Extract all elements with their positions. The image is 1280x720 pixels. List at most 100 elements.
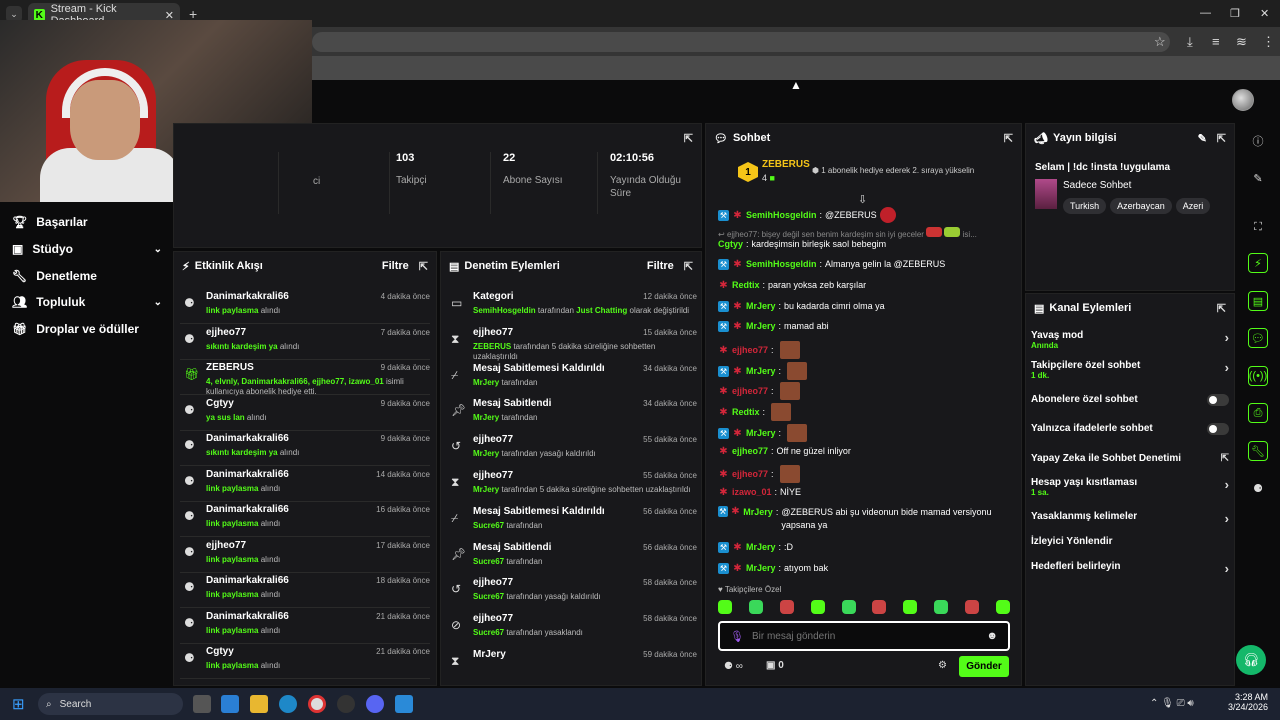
chat-username[interactable]: ejjheo77 [732, 385, 768, 398]
moderation-row[interactable]: ⌿ Mesaj Sabitlemesi Kaldırıldı 34 dakika ö… [447, 360, 697, 396]
channel-action-row[interactable]: İzleyici Yönlendir [1031, 536, 1229, 547]
send-button[interactable]: Gönder [959, 656, 1009, 677]
system-tray-icons[interactable]: ⌃ 🎙︎ ⎚ 🔊︎ [1150, 698, 1194, 709]
chat-input-field[interactable] [751, 630, 979, 642]
chat-username[interactable]: izawo_01 [732, 486, 772, 499]
activity-row[interactable]: 🎁︎ ZEBERUS 9 dakika önce 4, elvnly, Danimar… [180, 359, 430, 396]
chat-username[interactable]: Cgtyy [718, 238, 743, 251]
support-headset-icon[interactable]: 🎧︎ [1236, 645, 1266, 675]
filter-button[interactable]: Filtre [647, 260, 674, 272]
expand-icon[interactable]: ⇱ [1217, 302, 1226, 315]
menu-icon[interactable]: ⋮ [1262, 34, 1275, 50]
chevron-right-icon[interactable]: › [1225, 330, 1229, 345]
toggle-switch[interactable] [1207, 423, 1229, 435]
activity-user[interactable]: Cgtyy [206, 646, 234, 657]
chat-message[interactable]: ⚒ ✱ MrJery: [718, 362, 1008, 380]
activity-row[interactable]: ⚈ ejjheo77 17 dakika önce link paylasma alı… [180, 537, 430, 573]
chat-username[interactable]: MrJery [746, 300, 776, 313]
activity-row[interactable]: ⚈ Danimarkakrali66 4 dakika önce link payla… [180, 288, 430, 324]
channel-action-row[interactable]: Takipçilere özel sohbet 1 dk. › [1031, 360, 1229, 380]
url-field[interactable] [312, 32, 1170, 52]
community-icon[interactable]: ⚈ [1248, 478, 1268, 498]
microphone-icon[interactable]: 🎙︎ [730, 630, 744, 643]
expand-icon[interactable]: ⇱ [1217, 132, 1226, 145]
emote-picker-icon[interactable] [872, 600, 887, 614]
channel-action-row[interactable]: Yasaklanmış kelimeler › [1031, 511, 1229, 526]
screen-capture-icon[interactable]: ⛶ [1248, 217, 1268, 237]
moderation-row[interactable]: ↺ ejjheo77 58 dakika önce Sucre67 tarafında… [447, 574, 697, 610]
info-icon[interactable]: ⓘ [1248, 131, 1268, 151]
chrome-icon[interactable] [308, 695, 326, 713]
chat-message[interactable]: ✱ Redtix: [718, 403, 1008, 421]
tag[interactable]: Turkish [1063, 198, 1107, 214]
chevron-right-icon[interactable]: › [1225, 360, 1229, 375]
obs-icon[interactable] [337, 695, 355, 713]
edge-icon[interactable] [279, 695, 297, 713]
avatar[interactable] [1232, 89, 1254, 111]
nav-item-drops[interactable]: 🎁︎ Droplar ve ödüller [12, 322, 162, 336]
emote-picker-icon[interactable] [903, 600, 918, 614]
activity-row[interactable]: ⚈ ejjheo77 7 dakika önce sıkıntı kardeşim y… [180, 324, 430, 360]
file-explorer-icon[interactable] [250, 695, 268, 713]
chat-message[interactable]: ✱ ejjheo77: [718, 465, 1008, 483]
activity-row[interactable]: ⚈ Cgtyy 21 dakika önce link paylasma alındı [180, 643, 430, 679]
emote-picker-icon[interactable] [965, 600, 979, 614]
chat-icon[interactable]: 💬︎ [1248, 328, 1268, 348]
community-icon[interactable]: ⚈ ∞ [724, 661, 743, 672]
channel-action-row[interactable]: Yapay Zeka ile Sohbet Denetimi ⇱ [1031, 453, 1229, 464]
channel-action-row[interactable]: Hedefleri belirleyin › [1031, 561, 1229, 576]
expand-icon[interactable]: ⇱ [684, 132, 693, 145]
widgets-icon[interactable] [221, 695, 239, 713]
activity-user[interactable]: Danimarkakrali66 [206, 469, 289, 480]
reading-list-icon[interactable]: ≡ [1212, 34, 1220, 49]
channel-action-row[interactable]: Hesap yaşı kısıtlaması 1 sa. › [1031, 477, 1229, 497]
chat-settings-icon[interactable]: ⚙ [938, 660, 947, 671]
chat-username[interactable]: SemihHosgeldin [746, 209, 817, 222]
channel-action-row[interactable]: Yavaş mod Anında › [1031, 330, 1229, 350]
moderation-row[interactable]: ⧗ ejjheo77 55 dakika önce MrJery tarafından… [447, 467, 697, 503]
chat-message[interactable]: ⚒ ✱ MrJery: @ZEBERUS abi şu videonun bide m… [718, 506, 1008, 532]
activity-user[interactable]: ZEBERUS [206, 362, 254, 373]
activity-user[interactable]: Cgtyy [206, 398, 234, 409]
emote-picker-icon[interactable] [934, 600, 949, 614]
activity-row[interactable]: ⚈ Cgtyy 9 dakika önce ya sus lan alındı [180, 395, 430, 431]
minimize-icon[interactable]: — [1200, 7, 1211, 19]
star-icon[interactable]: ☆ [1154, 34, 1166, 50]
download-icon[interactable]: ⤓ [1187, 34, 1193, 50]
edit-icon[interactable]: ✎ [1248, 168, 1268, 188]
chat-username[interactable]: ejjheo77 [732, 445, 768, 458]
emote-picker-icon[interactable] [779, 600, 794, 614]
chat-message[interactable]: ⚒ ✱ SemihHosgeldin: @ZEBERUS [718, 207, 1008, 223]
expand-icon[interactable]: ⇱ [419, 260, 428, 273]
chat-message[interactable]: ✱ ejjheo77: [718, 382, 1008, 400]
chat-username[interactable]: Redtix [732, 279, 760, 292]
activity-row[interactable]: ⚈ Danimarkakrali66 14 dakika önce link payl… [180, 466, 430, 502]
moderation-row[interactable]: ⧗ ejjheo77 15 dakika önce ZEBERUS tarafında… [447, 324, 697, 361]
pinned-toggle-icon[interactable]: ⇩ [858, 193, 867, 206]
emoji-icon[interactable]: ☻ [986, 630, 998, 642]
activity-user[interactable]: ejjheo77 [206, 327, 246, 338]
chat-username[interactable]: MrJery [746, 427, 776, 440]
lightning-icon[interactable]: ⚡︎ [1248, 253, 1268, 273]
extensions-icon[interactable]: ≋ [1236, 34, 1247, 50]
chat-message[interactable]: ⚒ ✱ MrJery: atıyom bak [718, 562, 1008, 575]
tag[interactable]: Azeri [1175, 198, 1211, 214]
chat-message[interactable]: ✱ Redtix: paran yoksa zeb karşılar [718, 279, 1008, 292]
chat-message[interactable]: ✱ izawo_01: NİYE [718, 486, 1008, 499]
toggle-switch[interactable] [1207, 394, 1229, 406]
wrench-icon[interactable]: 🔧︎ [1248, 441, 1268, 461]
activity-user[interactable]: Danimarkakrali66 [206, 611, 289, 622]
chevron-right-icon[interactable]: › [1225, 477, 1229, 492]
activity-row[interactable]: ⚈ Danimarkakrali66 18 dakika önce link payl… [180, 572, 430, 608]
chat-username[interactable]: ejjheo77 [732, 344, 768, 357]
edit-icon[interactable]: ✎ [1198, 132, 1207, 145]
chat-input[interactable]: 🎙︎ ☻ [718, 621, 1010, 651]
chat-message[interactable]: Cgtyy: kardeşimsin birleşik saol bebegim [718, 238, 1008, 251]
points-counter[interactable]: ▣ 0 [766, 660, 784, 671]
chevron-right-icon[interactable]: › [1225, 511, 1229, 526]
moderation-row[interactable]: 📌︎ Mesaj Sabitlendi 56 dakika önce Sucre67 … [447, 539, 697, 575]
moderation-row[interactable]: ↺ ejjheo77 55 dakika önce MrJery tarafından… [447, 431, 697, 467]
moderation-row[interactable]: 📌︎ Mesaj Sabitlendi 34 dakika önce MrJery t… [447, 395, 697, 431]
activity-user[interactable]: Danimarkakrali66 [206, 504, 289, 515]
activity-user[interactable]: Danimarkakrali66 [206, 433, 289, 444]
